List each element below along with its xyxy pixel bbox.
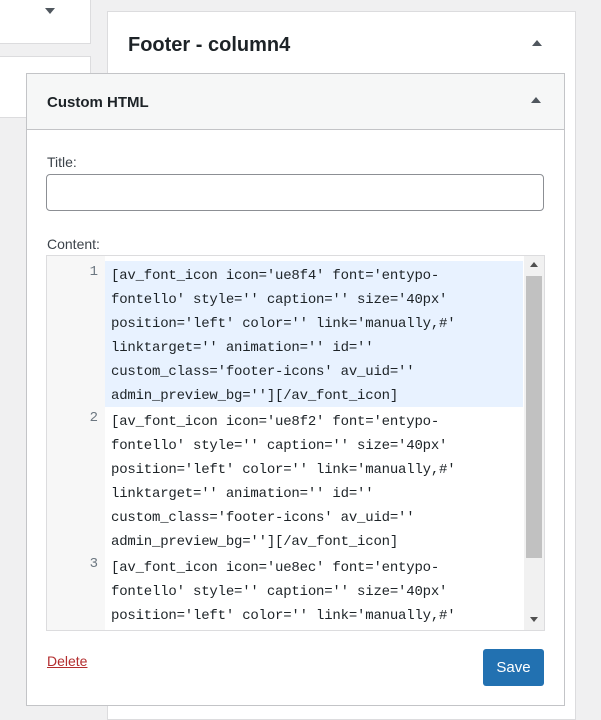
delete-link[interactable]: Delete [47, 653, 87, 669]
scroll-down-icon[interactable] [530, 617, 538, 622]
custom-html-widget: Custom HTML Title: Content: 1 [av_font_i… [26, 73, 565, 706]
code-text: [av_font_icon icon='ue8f4' font='entypo-… [111, 268, 456, 404]
collapse-sidebar-icon[interactable] [532, 40, 542, 46]
line-number: 2 [89, 410, 98, 426]
code-text: [av_font_icon icon='ue8f2' font='entypo-… [111, 414, 456, 550]
line-number: 1 [89, 264, 98, 280]
collapsed-widget-panel[interactable] [0, 0, 91, 44]
save-button[interactable]: Save [483, 649, 544, 686]
collapse-widget-icon[interactable] [531, 97, 541, 103]
code-line[interactable]: 3 [av_font_icon icon='ue8ec' font='entyp… [90, 553, 523, 630]
sidebar-title: Footer - column4 [128, 34, 291, 56]
line-number-gutter [47, 256, 105, 630]
widget-header[interactable]: Custom HTML [27, 74, 564, 130]
scroll-thumb[interactable] [526, 276, 542, 558]
code-line[interactable]: 1 [av_font_icon icon='ue8f4' font='entyp… [90, 261, 523, 407]
content-label: Content: [47, 236, 100, 252]
expand-icon[interactable] [45, 8, 55, 14]
title-label: Title: [47, 154, 77, 170]
widget-title: Custom HTML [47, 94, 149, 111]
title-input[interactable] [46, 174, 544, 211]
code-text: [av_font_icon icon='ue8ec' font='entypo-… [111, 560, 456, 624]
line-number: 3 [89, 556, 98, 572]
editor-scrollbar[interactable] [524, 256, 544, 630]
code-editor[interactable]: 1 [av_font_icon icon='ue8f4' font='entyp… [46, 255, 545, 631]
scroll-up-icon[interactable] [530, 262, 538, 267]
code-line[interactable]: 2 [av_font_icon icon='ue8f2' font='entyp… [90, 407, 523, 553]
